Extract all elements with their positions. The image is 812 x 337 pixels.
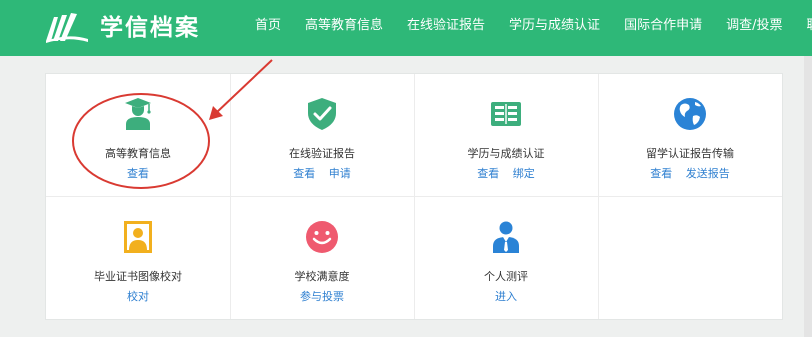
nav-survey-vote[interactable]: 调查/投票	[726, 0, 782, 56]
graduate-icon	[125, 98, 151, 130]
view-link[interactable]: 查看	[127, 167, 149, 180]
bind-link[interactable]: 绑定	[513, 167, 535, 180]
page-scrollbar[interactable]	[804, 56, 812, 337]
vote-link[interactable]: 参与投票	[300, 290, 344, 303]
brand-name: 学信档案	[100, 15, 200, 41]
apply-link[interactable]: 申请	[329, 167, 351, 180]
card-study-abroad-report[interactable]: 留学认证报告传输 查看 发送报告	[598, 74, 782, 197]
card-higher-education[interactable]: 高等教育信息 查看	[46, 74, 231, 197]
card-title: 毕业证书图像校对	[94, 270, 182, 283]
view-link[interactable]: 查看	[650, 167, 672, 180]
card-links: 查看 申请	[230, 165, 414, 181]
card-title: 个人测评	[484, 270, 528, 283]
globe-icon	[674, 98, 706, 130]
main-nav: 首页 高等教育信息 在线验证报告 学历与成绩认证 国际合作申请 调查/投票 联	[255, 0, 812, 56]
book-icon	[491, 102, 521, 126]
card-online-verification[interactable]: 在线验证报告 查看 申请	[230, 74, 415, 197]
person-tie-icon	[493, 221, 519, 253]
view-link[interactable]: 查看	[477, 167, 499, 180]
card-title: 留学认证报告传输	[646, 147, 734, 160]
card-school-satisfaction[interactable]: 学校满意度 参与投票	[230, 197, 415, 319]
card-certificate-proofread[interactable]: 毕业证书图像校对 校对	[46, 197, 231, 319]
send-report-link[interactable]: 发送报告	[686, 167, 730, 180]
card-links: 校对	[46, 288, 230, 304]
card-personal-assessment[interactable]: 个人测评 进入	[414, 197, 599, 319]
view-link[interactable]: 查看	[293, 167, 315, 180]
enter-link[interactable]: 进入	[495, 290, 517, 303]
card-degree-certification[interactable]: 学历与成绩认证 查看 绑定	[414, 74, 599, 197]
card-links: 查看 发送报告	[598, 165, 782, 181]
card-title: 学校满意度	[294, 270, 350, 283]
portrait-icon	[124, 221, 152, 253]
card-links: 参与投票	[230, 288, 414, 304]
card-links: 查看 绑定	[414, 165, 598, 181]
top-header: 学信档案 首页 高等教育信息 在线验证报告 学历与成绩认证 国际合作申请 调查/…	[0, 0, 812, 56]
nav-degree-certification[interactable]: 学历与成绩认证	[509, 0, 600, 56]
logo-book-icon	[46, 13, 88, 43]
nav-online-verification[interactable]: 在线验证报告	[407, 0, 485, 56]
card-links: 查看	[46, 165, 230, 181]
card-title: 高等教育信息	[105, 147, 171, 160]
nav-higher-education[interactable]: 高等教育信息	[305, 0, 383, 56]
proofread-link[interactable]: 校对	[127, 290, 149, 303]
card-title: 在线验证报告	[289, 147, 355, 160]
smiley-icon	[306, 221, 338, 253]
card-title: 学历与成绩认证	[467, 147, 545, 160]
site-logo[interactable]: 学信档案	[44, 10, 200, 46]
card-links: 进入	[414, 288, 598, 304]
nav-international-cooperation[interactable]: 国际合作申请	[624, 0, 702, 56]
services-panel: 高等教育信息 查看 在线验证报告 查看 申请 学历与成绩认证 查看 绑定 留学认…	[45, 73, 783, 320]
shield-check-icon	[308, 98, 336, 130]
nav-contact-truncated[interactable]: 联	[806, 0, 812, 56]
nav-home[interactable]: 首页	[255, 0, 281, 56]
